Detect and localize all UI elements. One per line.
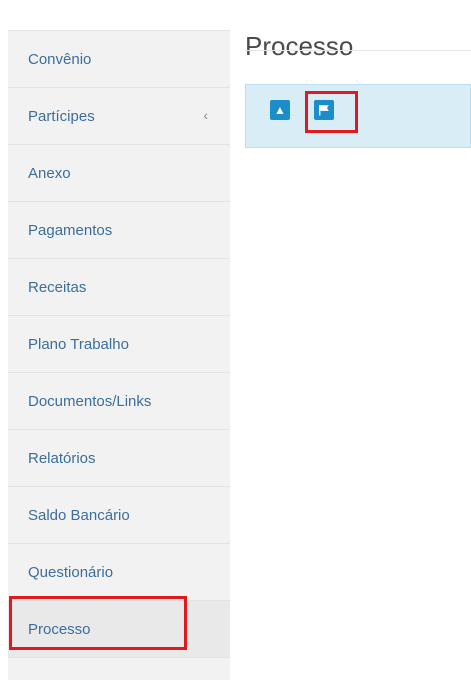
sidebar-item-participes[interactable]: Partícipes ‹ bbox=[8, 88, 230, 145]
sidebar-item-documentos-links[interactable]: Documentos/Links bbox=[8, 373, 230, 430]
sidebar-item-plano-trabalho[interactable]: Plano Trabalho bbox=[8, 316, 230, 373]
alert-button[interactable]: ▲ bbox=[270, 100, 290, 120]
sidebar-item-label: Pagamentos bbox=[28, 221, 113, 239]
divider bbox=[245, 50, 471, 51]
sidebar-item-saldo-bancario[interactable]: Saldo Bancário bbox=[8, 487, 230, 544]
sidebar-item-label: Receitas bbox=[28, 278, 87, 296]
sidebar-item-anexo[interactable]: Anexo bbox=[8, 145, 230, 202]
sidebar-item-label: Convênio bbox=[28, 50, 92, 68]
sidebar: Convênio Partícipes ‹ Anexo Pagamentos R… bbox=[8, 30, 230, 680]
sidebar-item-label: Partícipes bbox=[28, 107, 95, 125]
sidebar-item-pagamentos[interactable]: Pagamentos bbox=[8, 202, 230, 259]
sidebar-item-label: Relatórios bbox=[28, 449, 96, 467]
sidebar-item-label: Documentos/Links bbox=[28, 392, 152, 410]
sidebar-item-label: Processo bbox=[28, 620, 91, 638]
sidebar-item-convenio[interactable]: Convênio bbox=[8, 31, 230, 88]
sidebar-item-processo[interactable]: Processo bbox=[8, 601, 230, 658]
alert-triangle-icon: ▲ bbox=[274, 103, 286, 117]
sidebar-item-label: Saldo Bancário bbox=[28, 506, 130, 524]
flag-icon bbox=[319, 105, 329, 116]
sidebar-item-label: Anexo bbox=[28, 164, 71, 182]
chevron-left-icon[interactable]: ‹ bbox=[203, 107, 208, 123]
page-title: Processo bbox=[245, 31, 354, 62]
sidebar-item-label: Plano Trabalho bbox=[28, 335, 129, 353]
sidebar-item-receitas[interactable]: Receitas bbox=[8, 259, 230, 316]
flag-button[interactable] bbox=[314, 100, 334, 120]
sidebar-item-label: Questionário bbox=[28, 563, 114, 581]
sidebar-item-relatorios[interactable]: Relatórios bbox=[8, 430, 230, 487]
sidebar-item-questionario[interactable]: Questionário bbox=[8, 544, 230, 601]
